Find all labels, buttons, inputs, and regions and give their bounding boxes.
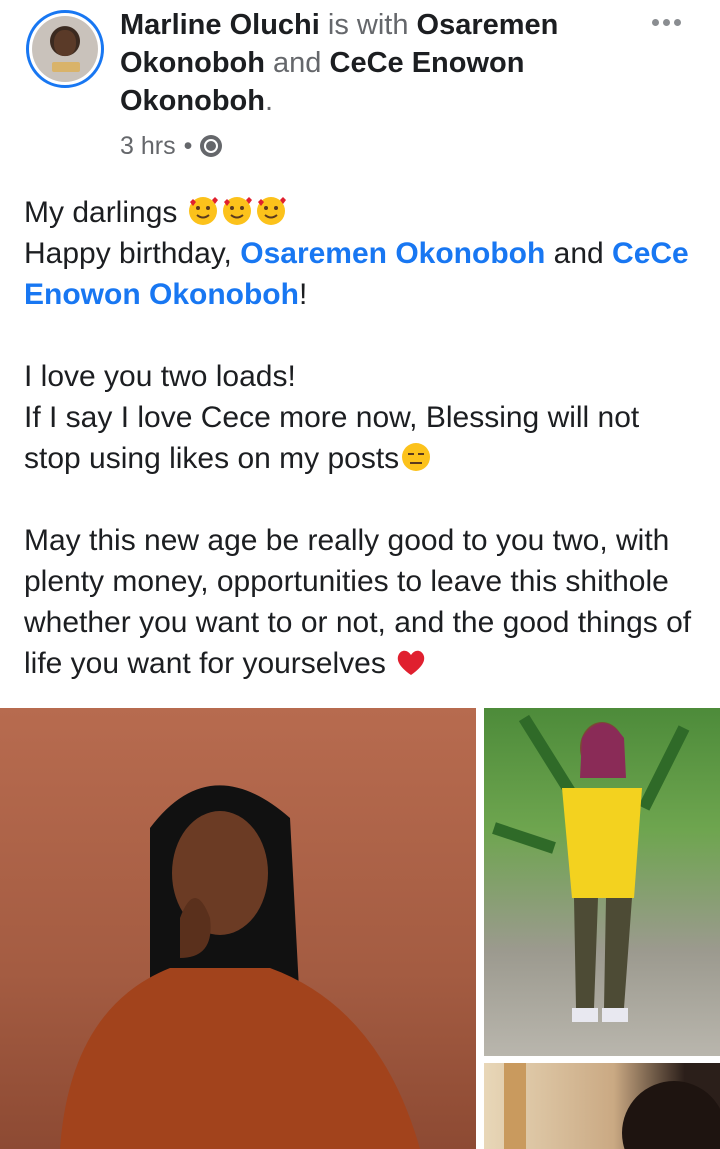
more-dot-3: [673, 18, 681, 26]
more-dot-2: [662, 18, 670, 26]
post-body: My darlings Happy birthday, Osaremen Oko…: [24, 192, 704, 684]
smiling-hearts-emoji-icon: [188, 197, 218, 225]
expressionless-face-emoji-icon: [402, 443, 431, 471]
and-text: and: [273, 47, 322, 79]
avatar-card: [52, 62, 80, 72]
body-line-2: Happy birthday, Osaremen Okonoboh and Ce…: [24, 233, 704, 315]
globe-icon[interactable]: [200, 135, 223, 157]
period-text: .: [264, 85, 274, 117]
body-line-5: If I say I love Cece more now, Blessing …: [24, 397, 704, 479]
and-word: and: [553, 237, 604, 270]
meta-dot: •: [183, 131, 193, 160]
author-name[interactable]: Marline Oluchi: [120, 9, 320, 41]
greeting-text: My darlings: [24, 196, 178, 229]
woman-curly-hair-image: [504, 1063, 720, 1149]
avatar-face: [54, 30, 76, 56]
more-dot-1: [651, 18, 659, 26]
photo-side2[interactable]: [484, 1063, 720, 1149]
exclamation-text: !: [298, 278, 308, 311]
smiling-hearts-emoji-icon: [256, 197, 286, 225]
wishes-text: May this new age be really good to you t…: [24, 524, 692, 680]
photo-main[interactable]: [0, 708, 476, 1149]
likes-text: If I say I love Cece more now, Blessing …: [24, 401, 640, 475]
birthday-text: Happy birthday,: [24, 237, 232, 270]
body-line-6: May this new age be really good to you t…: [24, 520, 704, 684]
post-header: Marline Oluchi is with Osaremen Okonoboh…: [0, 0, 720, 170]
woman-yellow-shirt-image: [492, 714, 690, 1022]
avatar-image: [32, 16, 98, 82]
post-meta: 3 hrs •: [120, 128, 223, 164]
body-line-1: My darlings: [24, 192, 704, 233]
more-options-icon[interactable]: [646, 12, 686, 32]
avatar[interactable]: [26, 10, 104, 88]
smiling-hearts-emoji-icon: [222, 197, 252, 225]
red-heart-emoji-icon: [397, 650, 425, 675]
woman-portrait-image: [60, 785, 420, 1149]
body-line-4: I love you two loads!: [24, 360, 296, 393]
photo-side[interactable]: [484, 708, 720, 1056]
with-text: is with: [327, 9, 409, 41]
mention-osaremen[interactable]: Osaremen Okonoboh: [240, 237, 545, 270]
timestamp[interactable]: 3 hrs: [120, 132, 176, 161]
author-line: Marline Oluchi is with Osaremen Okonoboh…: [120, 6, 640, 120]
